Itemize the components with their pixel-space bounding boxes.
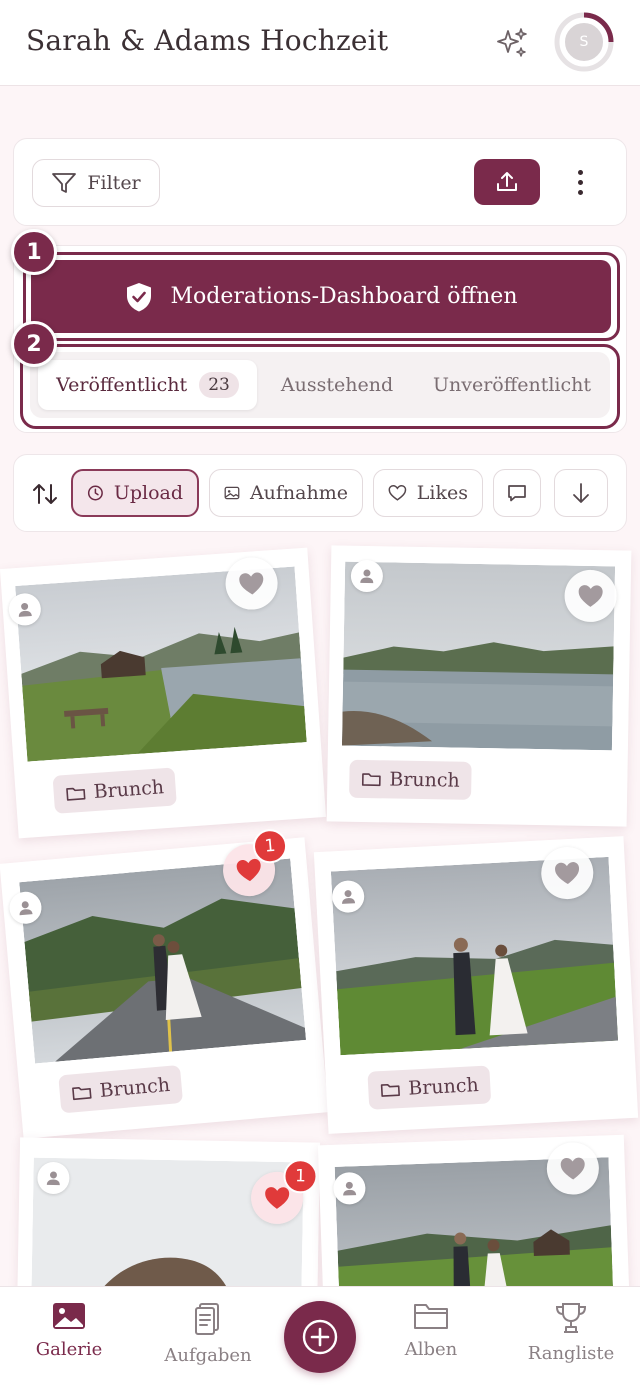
nav-item-alben[interactable]: Alben: [366, 1301, 496, 1360]
nav-item-aufgaben[interactable]: Aufgaben: [143, 1301, 273, 1366]
gallery-item[interactable]: Brunch: [0, 547, 327, 839]
folder-icon: [66, 787, 86, 801]
gallery-item[interactable]: 1 Brunch: [0, 827, 329, 1139]
sort-direction-button[interactable]: [554, 469, 608, 517]
album-tag[interactable]: Brunch: [349, 759, 473, 800]
status-tabs: Veröffentlicht 23 Ausstehend Unveröffent…: [30, 352, 610, 418]
gallery-toolbar: Filter: [13, 138, 627, 226]
moderation-dashboard-button[interactable]: Moderations-Dashboard öffnen: [31, 260, 611, 333]
like-count-badge: 1: [283, 1159, 318, 1194]
album-name: Brunch: [389, 768, 460, 792]
shield-check-icon: [127, 282, 152, 311]
filter-icon: [52, 173, 77, 193]
avatar: S: [562, 20, 606, 64]
heart-icon: [578, 585, 603, 607]
step-badge-1: 1: [11, 229, 57, 275]
bottom-navigation: Galerie Aufgaben Alben Rangliste: [0, 1286, 640, 1385]
plus-circle-icon: [302, 1319, 338, 1355]
sort-chip-aufnahme[interactable]: Aufnahme: [209, 469, 363, 517]
clipboard-icon: [195, 1303, 219, 1335]
app-title: Sarah & Adams Hochzeit: [26, 24, 389, 57]
gallery-item[interactable]: Brunch: [326, 545, 632, 827]
nav-item-rangliste[interactable]: Rangliste: [506, 1301, 636, 1364]
tab-unpublished[interactable]: Unveröffentlicht: [418, 360, 606, 410]
sort-chip-label: Upload: [113, 482, 183, 504]
filter-button[interactable]: Filter: [32, 159, 160, 207]
moderation-dashboard-label: Moderations-Dashboard öffnen: [170, 284, 518, 309]
image-icon: [224, 486, 240, 500]
user-icon: [46, 1171, 60, 1186]
comment-icon: [508, 485, 526, 502]
album-name: Brunch: [98, 1073, 171, 1102]
folder-icon: [414, 1304, 448, 1329]
user-icon: [343, 1181, 357, 1196]
sort-chip-upload[interactable]: Upload: [71, 469, 199, 517]
user-icon: [342, 890, 356, 904]
user-icon: [19, 901, 33, 916]
nav-label: Alben: [404, 1339, 458, 1360]
nav-item-galerie[interactable]: Galerie: [4, 1301, 134, 1360]
nav-label: Rangliste: [527, 1343, 615, 1364]
more-options-button[interactable]: [562, 159, 598, 205]
sort-chip-label: Aufnahme: [249, 482, 348, 504]
clock-icon: [87, 485, 103, 501]
sort-chip-comments[interactable]: [493, 469, 541, 517]
sort-bar: Upload Aufnahme Likes: [13, 454, 627, 532]
nav-label: Galerie: [35, 1339, 103, 1360]
heart-icon: [239, 572, 264, 595]
folder-icon: [72, 1086, 92, 1101]
step-badge-2: 2: [11, 321, 57, 367]
tab-label: Veröffentlicht: [56, 374, 188, 396]
folder-icon: [361, 773, 381, 787]
album-name: Brunch: [92, 776, 165, 804]
heart-icon: [555, 862, 580, 885]
sort-chip-label: Likes: [416, 482, 468, 504]
sparkles-icon[interactable]: [494, 25, 530, 61]
album-tag[interactable]: Brunch: [52, 767, 178, 814]
sort-toggle-icon[interactable]: [30, 479, 60, 509]
sort-chip-likes[interactable]: Likes: [373, 469, 483, 517]
heart-outline-icon: [388, 485, 407, 501]
gallery-icon: [53, 1303, 85, 1329]
album-name: Brunch: [407, 1074, 480, 1100]
nav-label: Aufgaben: [164, 1345, 252, 1366]
tab-label: Ausstehend: [280, 374, 394, 396]
user-icon: [18, 602, 32, 617]
tab-label: Unveröffentlicht: [432, 374, 592, 396]
tab-pending[interactable]: Ausstehend: [266, 360, 408, 410]
upload-icon: [497, 172, 517, 191]
arrow-down-icon: [573, 483, 589, 503]
app-header: Sarah & Adams Hochzeit S: [0, 0, 640, 86]
published-count-badge: 23: [199, 372, 239, 398]
user-icon: [360, 569, 374, 584]
add-photo-button[interactable]: [284, 1301, 356, 1373]
album-tag[interactable]: Brunch: [58, 1064, 184, 1114]
filter-label: Filter: [87, 172, 141, 194]
folder-icon: [380, 1083, 400, 1097]
profile-button[interactable]: S: [554, 12, 614, 72]
heart-filled-icon: [265, 1187, 290, 1209]
upload-button[interactable]: [474, 159, 540, 205]
album-tag[interactable]: Brunch: [367, 1065, 492, 1110]
heart-icon: [560, 1157, 585, 1180]
tab-published[interactable]: Veröffentlicht 23: [38, 360, 257, 410]
trophy-icon: [555, 1303, 587, 1333]
gallery-item[interactable]: Brunch: [313, 836, 639, 1134]
